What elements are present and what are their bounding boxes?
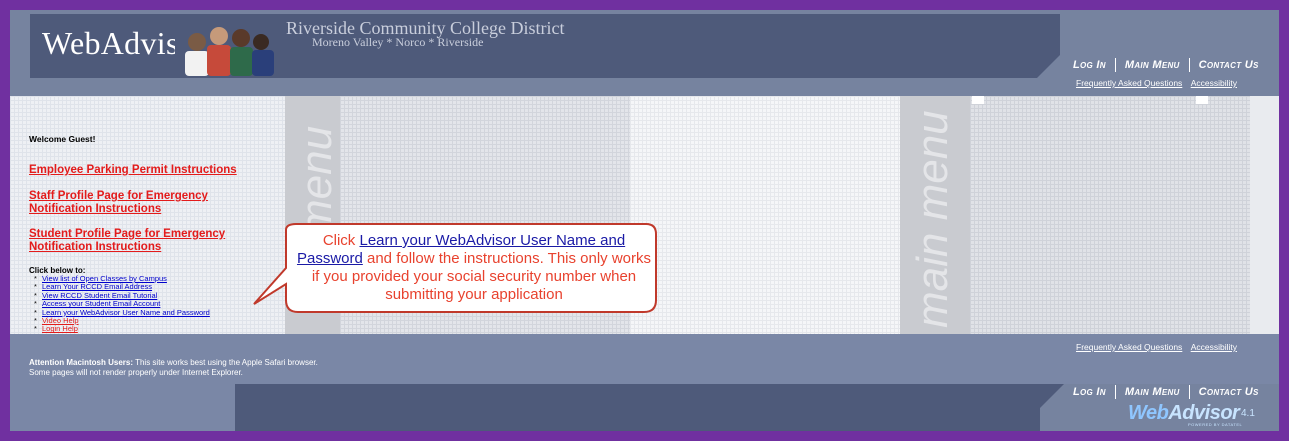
brand-web: Web — [1128, 402, 1169, 424]
callout-suffix: and follow the instructions. This only w… — [311, 250, 652, 303]
brand-advisor: Advisor — [1168, 402, 1240, 424]
faq-link[interactable]: Frequently Asked Questions — [1076, 78, 1182, 88]
parking-permit-link[interactable]: Employee Parking Permit Instructions — [29, 164, 237, 177]
brand-version: 4.1 — [1241, 408, 1255, 419]
page-header: WebAdvisor Riverside Community College D… — [10, 10, 1279, 96]
powered-by-datatel: POWERED BY DATATEL — [1188, 422, 1243, 427]
callout-text: Click Learn your WebAdvisor User Name an… — [294, 232, 654, 304]
staff-profile-label-2: Notification Instructions — [29, 202, 162, 215]
list-item: Login Help — [34, 324, 210, 335]
login-link[interactable]: Log In — [1064, 59, 1115, 71]
quick-links-list: View list of Open Classes by Campus Lear… — [34, 274, 210, 335]
webadvisor-window: WebAdvisor Riverside Community College D… — [10, 10, 1279, 431]
contact-us-link[interactable]: Contact Us — [1190, 59, 1268, 71]
staff-profile-label-1: Staff Profile Page for Emergency — [29, 190, 208, 202]
callout-prefix: Click — [322, 232, 360, 249]
student-profile-link[interactable]: Student Profile Page for Emergency Notif… — [29, 228, 225, 253]
accessibility-link[interactable]: Accessibility — [1191, 342, 1237, 352]
decor-grid-edge — [1250, 96, 1279, 334]
welcome-message: Welcome Guest! — [29, 134, 96, 144]
header-help-links: Frequently Asked Questions Accessibility — [1070, 78, 1237, 88]
decor-square — [972, 96, 984, 104]
main-menu-link[interactable]: Main Menu — [1116, 386, 1189, 398]
student-profile-label-1: Student Profile Page for Emergency — [29, 228, 226, 240]
main-menu-link[interactable]: Main Menu — [1116, 59, 1189, 71]
faq-link[interactable]: Frequently Asked Questions — [1076, 342, 1182, 352]
students-photo — [175, 18, 275, 76]
login-help-link[interactable]: Login Help — [42, 324, 78, 333]
footer-help-links: Frequently Asked Questions Accessibility — [1070, 342, 1237, 352]
notice-text-2: Some pages will not render properly unde… — [29, 367, 243, 377]
district-campuses: Moreno Valley * Norco * Riverside — [312, 35, 484, 49]
login-link[interactable]: Log In — [1064, 386, 1115, 398]
student-profile-label-2: Notification Instructions — [29, 240, 162, 253]
decor-square — [1196, 96, 1208, 104]
top-nav: Log In Main Menu Contact Us — [1064, 58, 1268, 72]
menu-decor-word: menu — [292, 125, 341, 236]
decor-grid — [630, 96, 900, 334]
notice-label: Attention Macintosh Users: — [29, 358, 134, 367]
decor-grid — [970, 96, 1250, 334]
contact-us-link[interactable]: Contact Us — [1190, 386, 1268, 398]
parking-permit-label: Employee Parking Permit Instructions — [29, 164, 237, 176]
accessibility-link[interactable]: Accessibility — [1191, 78, 1237, 88]
staff-profile-link[interactable]: Staff Profile Page for Emergency Notific… — [29, 190, 208, 215]
bottom-nav: Log In Main Menu Contact Us — [1064, 385, 1268, 399]
notice-text: This site works best using the Apple Saf… — [133, 358, 318, 367]
mac-users-notice: Attention Macintosh Users: This site wor… — [29, 358, 318, 377]
main-menu-decor-word: main menu — [908, 110, 957, 328]
